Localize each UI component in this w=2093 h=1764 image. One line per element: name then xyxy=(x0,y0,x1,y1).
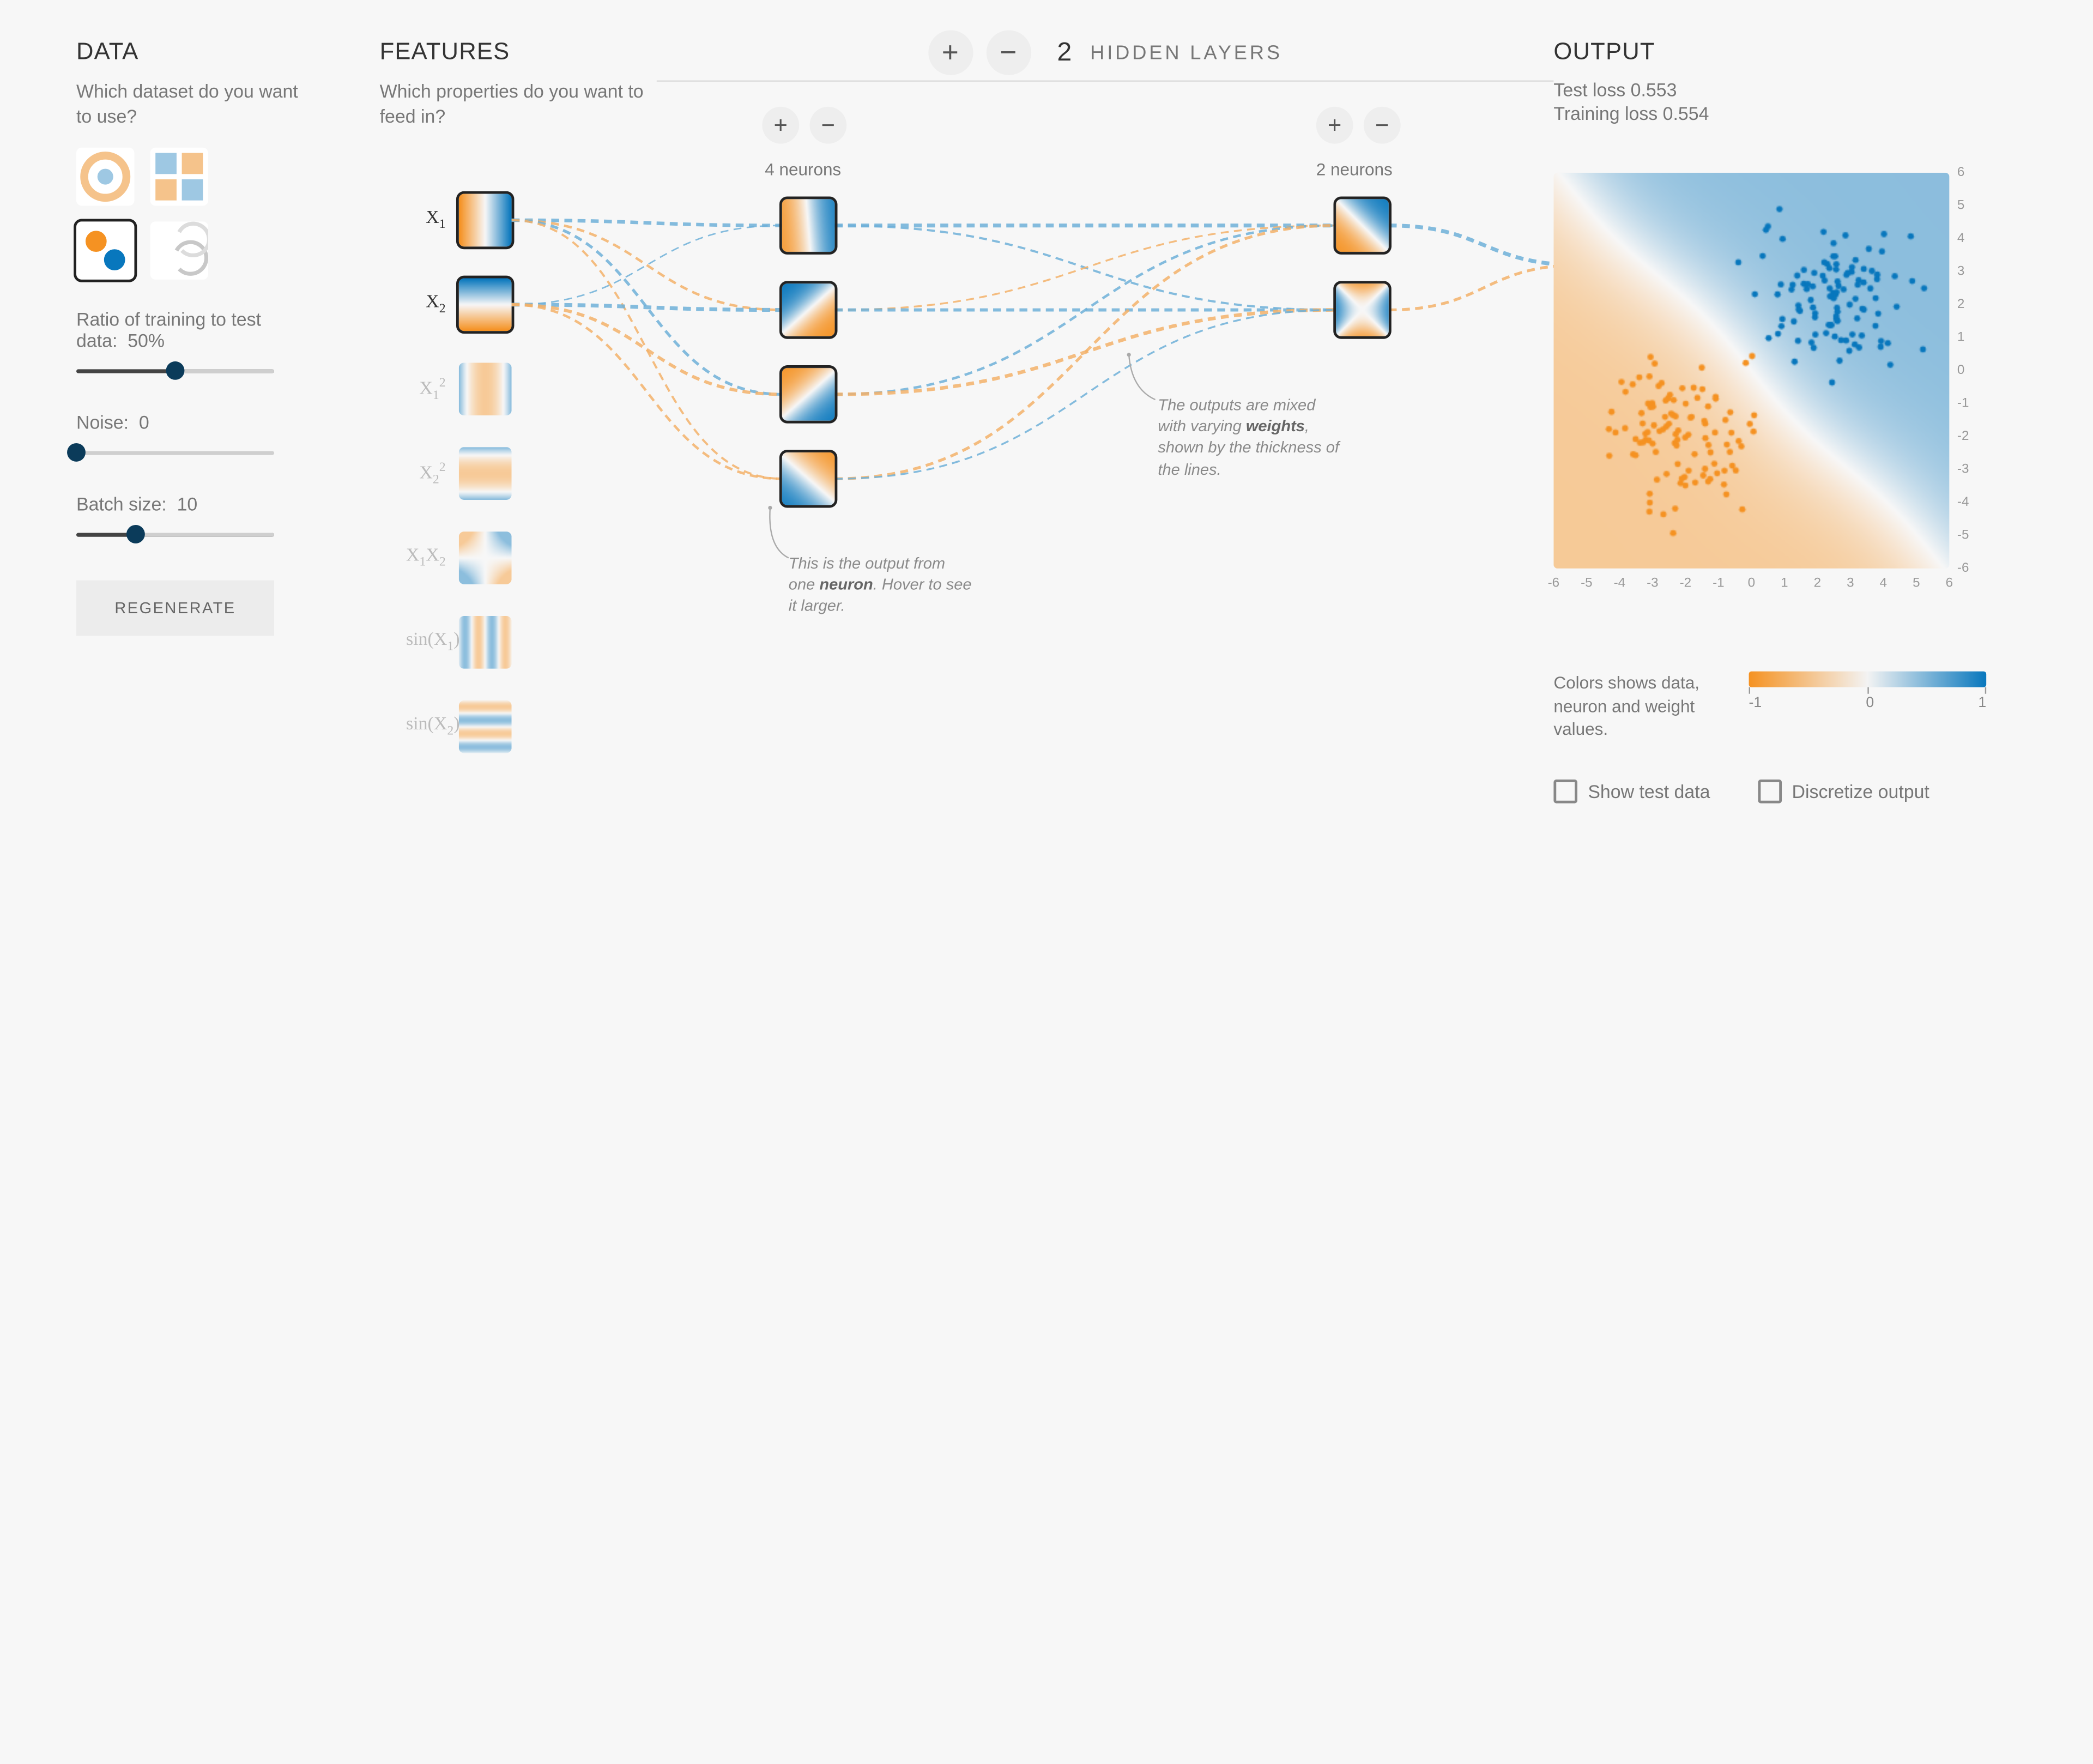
feature-sinx2[interactable]: sin(X2) xyxy=(406,700,512,753)
output-chart[interactable]: -6-5-4-3-2-10123456 -6-5-4-3-2-10123456 xyxy=(1553,173,1949,569)
discretize-output-checkbox[interactable]: Discretize output xyxy=(1758,780,1929,804)
network-connections xyxy=(446,183,1633,685)
dataset-grid xyxy=(76,147,314,279)
network-rule xyxy=(657,80,1554,81)
hidden-layer-count: 2 xyxy=(1057,38,1072,68)
layer2-neuron-count: 2 neurons xyxy=(1316,160,1393,179)
ratio-label: Ratio of training to test data: 50% xyxy=(76,309,261,351)
hidden-layers-label: HIDDEN LAYERS xyxy=(1090,41,1283,64)
hidden1-node-2[interactable] xyxy=(782,368,835,421)
output-panel: OUTPUT Test loss 0.553 Training loss 0.5… xyxy=(1553,38,2028,124)
hidden2-node-0[interactable] xyxy=(1336,199,1389,252)
x-axis-ticks: -6-5-4-3-2-10123456 xyxy=(1553,576,1949,597)
batch-slider[interactable] xyxy=(76,522,274,546)
dataset-spiral[interactable] xyxy=(150,221,208,279)
hidden1-node-3[interactable] xyxy=(782,452,835,505)
ratio-control: Ratio of training to test data: 50% xyxy=(76,309,314,383)
hidden1-node-0[interactable] xyxy=(782,199,835,252)
feature-label: sin(X2) xyxy=(406,715,446,739)
legend-text: Colors shows data, neuron and weight val… xyxy=(1553,672,1725,741)
dataset-xor[interactable] xyxy=(150,147,208,205)
features-heading: FEATURES xyxy=(380,38,644,66)
regenerate-button[interactable]: REGENERATE xyxy=(76,580,274,636)
test-loss: Test loss 0.553 xyxy=(1553,79,2028,100)
noise-control: Noise: 0 xyxy=(76,411,314,464)
batch-control: Batch size: 10 xyxy=(76,493,314,546)
data-heading: DATA xyxy=(76,38,314,66)
dataset-circle[interactable] xyxy=(76,147,134,205)
feature-label: sin(X1) xyxy=(406,631,446,654)
feature-label: X1X2 xyxy=(406,546,446,570)
noise-slider[interactable] xyxy=(76,440,274,464)
y-axis-ticks: -6-5-4-3-2-10123456 xyxy=(1957,173,1997,569)
training-loss: Training loss 0.554 xyxy=(1553,103,2028,124)
feature-node-sinx2[interactable] xyxy=(459,700,512,753)
neuron-callout: This is the output from one neuron. Hove… xyxy=(789,553,973,617)
hidden2-node-1[interactable] xyxy=(1336,283,1389,336)
weights-callout: The outputs are mixed with varying weigh… xyxy=(1158,394,1342,480)
feature-label: X12 xyxy=(406,376,446,402)
add-neuron-layer1[interactable]: + xyxy=(762,107,799,144)
hidden1-node-1[interactable] xyxy=(782,283,835,336)
remove-layer-button[interactable]: − xyxy=(986,30,1031,75)
add-neuron-layer2[interactable]: + xyxy=(1316,107,1353,144)
ratio-slider[interactable] xyxy=(76,359,274,383)
feature-label: X22 xyxy=(406,460,446,487)
batch-label: Batch size: 10 xyxy=(76,493,197,514)
dataset-gauss[interactable] xyxy=(76,221,134,279)
layer1-neuron-count: 4 neurons xyxy=(765,160,841,179)
features-prompt: Which properties do you want to feed in? xyxy=(380,79,644,129)
output-heading: OUTPUT xyxy=(1553,38,2028,66)
show-test-data-checkbox[interactable]: Show test data xyxy=(1553,780,1710,804)
data-panel: DATA Which dataset do you want to use? xyxy=(76,38,314,636)
data-prompt: Which dataset do you want to use? xyxy=(76,79,314,129)
feature-label: X1 xyxy=(406,208,446,232)
noise-label: Noise: 0 xyxy=(76,411,149,432)
remove-neuron-layer2[interactable]: − xyxy=(1364,107,1401,144)
remove-neuron-layer1[interactable]: − xyxy=(810,107,847,144)
color-legend: -1 0 1 xyxy=(1749,672,2003,711)
add-layer-button[interactable]: + xyxy=(928,30,972,75)
features-panel: FEATURES Which properties do you want to… xyxy=(380,38,644,129)
feature-label: X2 xyxy=(406,293,446,316)
